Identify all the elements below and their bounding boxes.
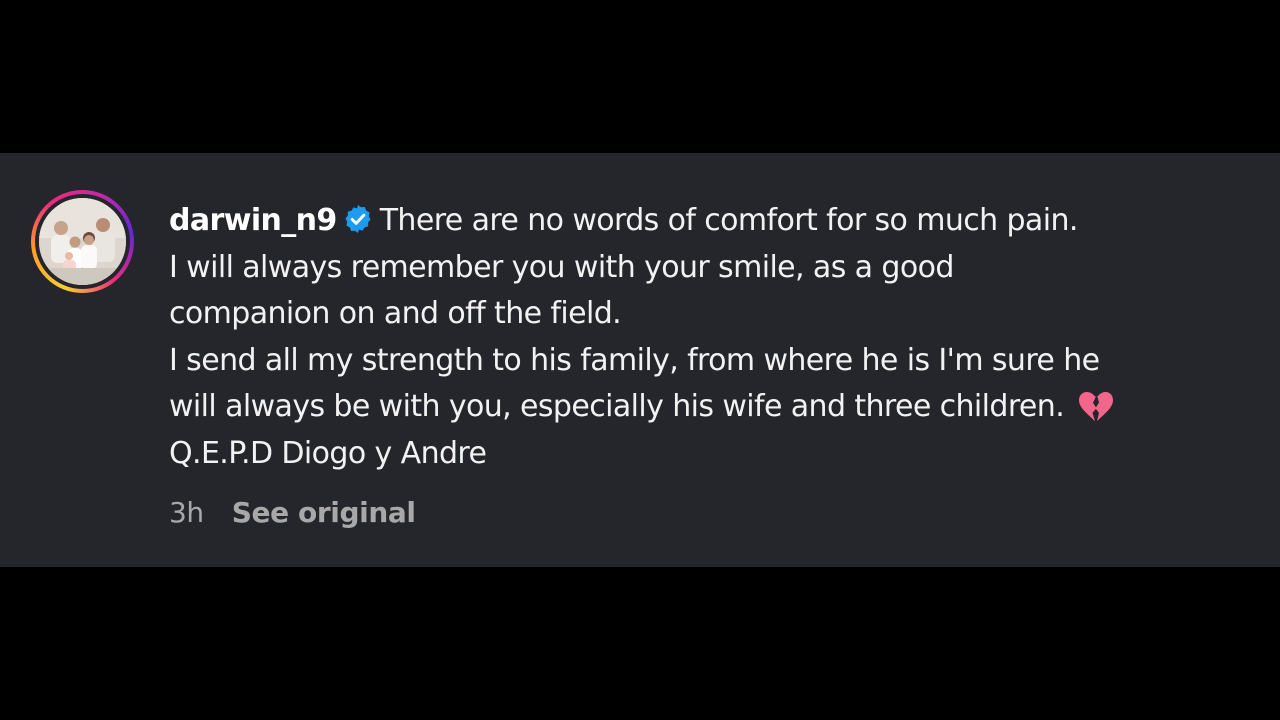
username-link[interactable]: darwin_n9: [169, 203, 337, 238]
avatar[interactable]: [39, 198, 126, 285]
comment-text-line-6: Q.E.P.D Diogo y Andre: [169, 435, 487, 471]
comment-body: darwin_n9 There are no words of comfort f…: [169, 198, 1209, 477]
comment-card: darwin_n9 There are no words of comfort f…: [0, 153, 1280, 567]
verified-badge-icon: [342, 203, 374, 235]
broken-heart-icon: [1078, 391, 1114, 423]
profile-photo-icon: [39, 198, 126, 285]
comment-line-5: will always be with you, especially his …: [169, 384, 1209, 431]
comment-text-line-1: There are no words of comfort for so muc…: [379, 203, 1079, 238]
comment-text-line-2: I will always remember you with your smi…: [169, 249, 954, 285]
story-ring[interactable]: [31, 190, 134, 293]
see-original-button[interactable]: See original: [232, 496, 416, 529]
comment-first-line: darwin_n9 There are no words of comfort f…: [169, 198, 1209, 245]
comment-text-line-5: will always be with you, especially his …: [169, 389, 1065, 424]
comment-timestamp[interactable]: 3h: [169, 496, 204, 529]
comment-text-line-3: companion on and off the field.: [169, 296, 622, 331]
comment-text-line-4: I send all my strength to his family, fr…: [169, 342, 1100, 378]
comment-meta: 3h See original: [169, 495, 416, 531]
